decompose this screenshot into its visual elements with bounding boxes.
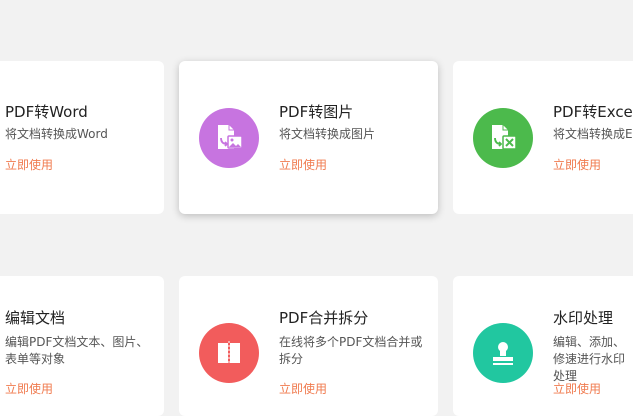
card-title: PDF转Word (5, 103, 88, 121)
card-description: 编辑、添加、修速进行水印处理 (553, 335, 626, 383)
use-now-link[interactable]: 立即使用 (279, 380, 327, 397)
use-now-link[interactable]: 立即使用 (5, 156, 53, 173)
card-description: 编辑PDF文档文本、图片、表单等对象 (5, 335, 149, 366)
card-pdf-to-excel[interactable]: PDF转Excel 将文档转换成E 立即使用 (453, 61, 633, 214)
use-now-link[interactable]: 立即使用 (553, 156, 601, 173)
watermark-stamp-icon (473, 323, 533, 383)
card-description: 将文档转换成Word (5, 127, 108, 141)
card-description: 在线将多个PDF文档合并或拆分 (279, 335, 423, 366)
card-pdf-to-image[interactable]: PDF转图片 将文档转换成图片 立即使用 (179, 61, 438, 214)
card-title: PDF合并拆分 (279, 309, 369, 327)
merge-split-icon (199, 323, 259, 383)
use-now-link[interactable]: 立即使用 (5, 380, 53, 397)
card-title: 编辑文档 (5, 309, 66, 327)
card-description: 将文档转换成E (553, 127, 633, 141)
card-pdf-merge-split[interactable]: PDF合并拆分 在线将多个PDF文档合并或拆分 立即使用 (179, 276, 438, 416)
card-pdf-to-word[interactable]: PDF转Word 将文档转换成Word 立即使用 (0, 61, 164, 214)
card-title: PDF转Excel (553, 103, 633, 121)
pdf-to-excel-icon (473, 108, 533, 168)
card-description: 将文档转换成图片 (279, 127, 376, 141)
card-title: PDF转图片 (279, 103, 354, 121)
pdf-to-image-icon (199, 108, 259, 168)
card-edit-document[interactable]: 编辑文档 编辑PDF文档文本、图片、表单等对象 立即使用 (0, 276, 164, 416)
card-watermark[interactable]: 水印处理 编辑、添加、修速进行水印处理 立即使用 (453, 276, 633, 416)
use-now-link[interactable]: 立即使用 (553, 380, 601, 397)
use-now-link[interactable]: 立即使用 (279, 156, 327, 173)
card-title: 水印处理 (553, 309, 614, 327)
